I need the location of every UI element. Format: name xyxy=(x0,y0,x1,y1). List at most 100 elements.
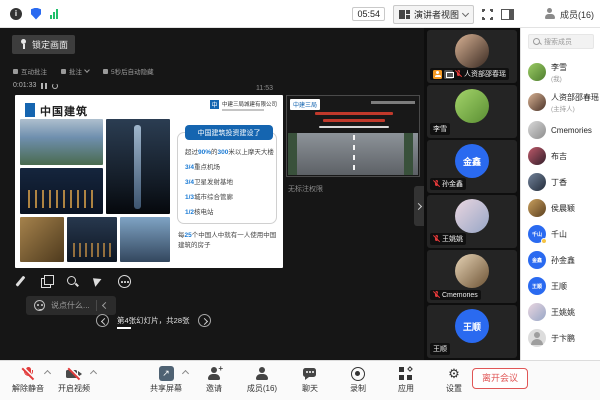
quick-chat-input[interactable]: 说点什么... xyxy=(26,296,116,315)
photo-night-skyline xyxy=(20,168,103,214)
slide-page-indicator: 第4张幻灯片，共28张 xyxy=(117,315,190,326)
video-tile[interactable]: 人资部邵春瑶 xyxy=(427,30,517,83)
slide-footer-segment: 25 xyxy=(185,232,192,239)
muted-mic-icon xyxy=(455,70,462,78)
laser-pointer-icon[interactable] xyxy=(92,275,105,288)
member-role: (我) xyxy=(551,73,567,83)
collapse-chat-icon[interactable] xyxy=(102,302,109,309)
members-count[interactable]: 成员(16) xyxy=(544,0,594,28)
participant-avatar xyxy=(528,173,546,191)
emoji-icon[interactable] xyxy=(34,300,45,311)
toolbar-button-mic-off[interactable]: 解除静音 xyxy=(10,365,46,394)
video-tile[interactable]: 金鑫孙金鑫 xyxy=(427,140,517,193)
duplicate-icon[interactable] xyxy=(40,275,53,288)
company-subtitle-line xyxy=(222,109,264,111)
chevron-up-icon[interactable] xyxy=(90,370,97,377)
member-row[interactable]: 李雪(我) xyxy=(528,57,594,87)
invite-icon: + xyxy=(206,366,222,382)
toolbar-button-member[interactable]: 成员(16) xyxy=(244,365,280,394)
meeting-info-icon[interactable]: i xyxy=(10,8,22,20)
member-row[interactable]: 金鑫孙金鑫 xyxy=(528,247,594,273)
member-row[interactable]: 丁香 xyxy=(528,169,594,195)
chat-placeholder: 说点什么... xyxy=(51,300,90,311)
video-tile[interactable]: Cmemories xyxy=(427,250,517,303)
video-tile[interactable]: 王顺王顺 xyxy=(427,305,517,358)
member-avatar: 千山 xyxy=(528,225,546,243)
member-row[interactable]: 千山千山 xyxy=(528,221,594,247)
member-row[interactable]: 侯晨颖 xyxy=(528,195,594,221)
fullscreen-button[interactable] xyxy=(482,9,493,20)
share-toolbar-item[interactable]: 互动批注 xyxy=(13,66,47,76)
member-row[interactable]: 布吉 xyxy=(528,143,594,169)
member-avatar: 王顺 xyxy=(528,277,546,295)
leave-meeting-button[interactable]: 离开会议 xyxy=(472,368,528,389)
annotation-toolbar xyxy=(14,275,131,288)
toolbar-button-invite[interactable]: +邀请 xyxy=(196,365,232,394)
plus-glyph: + xyxy=(218,366,223,372)
stat-bullet-text: 1/2 xyxy=(185,209,194,216)
toolbar-button-record[interactable]: 录制 xyxy=(340,365,376,394)
share-toolbar-item[interactable]: 批注 xyxy=(61,66,89,76)
participant-avatar xyxy=(528,199,546,217)
participant-avatar xyxy=(528,303,546,321)
member-row[interactable]: 王姚姚 xyxy=(528,299,594,325)
search-members-input[interactable]: 搜索成员 xyxy=(528,34,594,49)
member-row[interactable]: 人资部邵春瑶(主持人) xyxy=(528,87,594,117)
video-tile[interactable]: 王姚姚 xyxy=(427,195,517,248)
more-tools-icon[interactable] xyxy=(118,275,131,288)
member-row[interactable]: 王顺王顺 xyxy=(528,273,594,299)
member-avatar xyxy=(528,199,546,217)
mic-off-icon xyxy=(20,366,36,382)
stat-bullet-text: 90% xyxy=(198,149,211,156)
side-panel-toggle-button[interactable] xyxy=(501,9,514,20)
share-toolbar-item[interactable]: 5秒后自动隐藏 xyxy=(103,66,154,76)
photo-road xyxy=(288,133,418,175)
toolbar-button-chat[interactable]: 聊天 xyxy=(292,365,328,394)
video-tile-avatar-wrap xyxy=(455,34,489,68)
pause-icon[interactable] xyxy=(41,83,47,89)
member-name: 于卞鹏 xyxy=(551,333,575,344)
next-slide-button[interactable] xyxy=(198,314,211,327)
apps-square xyxy=(407,375,412,380)
share-toolbar-item-label: 互动批注 xyxy=(21,66,47,76)
slide-text-line xyxy=(323,119,385,122)
participant-avatar xyxy=(455,34,489,68)
chevron-up-icon[interactable] xyxy=(44,370,51,377)
secondary-share-window[interactable]: 中建三局 xyxy=(286,95,420,177)
pen-icon[interactable] xyxy=(14,275,27,288)
toolbar-button-apps[interactable]: 应用 xyxy=(388,365,424,394)
recording-timer: 0:01:33 xyxy=(13,82,58,89)
member-row[interactable]: Cmemories xyxy=(528,117,594,143)
toolbar-button-share[interactable]: ↗共享屏幕 xyxy=(148,365,184,394)
security-shield-icon[interactable] xyxy=(31,8,41,20)
slide-text-line xyxy=(319,126,389,128)
member-avatar xyxy=(528,147,546,165)
secondary-share-header-line xyxy=(371,101,415,104)
member-name-wrap: 侯晨颖 xyxy=(551,203,575,214)
previous-slide-button[interactable] xyxy=(96,314,109,327)
default-person-avatar xyxy=(528,329,546,347)
bottom-toolbar: 解除静音开启视频 ↗共享屏幕 +邀请成员(16) 聊天录制应用 ⚙设置 离开会议 xyxy=(0,360,600,400)
apps-square xyxy=(399,367,404,372)
layout-view-button[interactable]: 演讲者视图 xyxy=(393,5,474,24)
slide-page-navigation: 第4张幻灯片，共28张 xyxy=(96,314,211,327)
member-name: 王姚姚 xyxy=(551,307,575,318)
video-filmstrip: 人资部邵春瑶李雪金鑫孙金鑫王姚姚Cmemories王顺王顺 xyxy=(424,28,520,360)
refresh-icon[interactable] xyxy=(52,83,58,89)
toolbar-button-gear[interactable]: ⚙设置 xyxy=(436,365,472,394)
magnifier-icon[interactable] xyxy=(66,275,79,288)
member-row[interactable]: 于卞鹏 xyxy=(528,325,594,351)
top-bar: i 05:54 演讲者视图 成员(16) xyxy=(0,0,600,28)
avatar-initials: 金鑫 xyxy=(463,155,481,168)
filmstrip-expander[interactable] xyxy=(414,186,424,226)
toolbar-button-cam-off[interactable]: 开启视频 xyxy=(56,365,92,394)
video-tile-nametag: 孙金鑫 xyxy=(430,178,466,190)
chevron-up-icon[interactable] xyxy=(182,370,189,377)
video-tile[interactable]: 李雪 xyxy=(427,85,517,138)
stat-bullet-text: 300 xyxy=(218,149,229,156)
slide-footer-text: 每25个中国人中就有一人使用中国建筑的房子 xyxy=(178,231,280,251)
member-name: 布吉 xyxy=(551,151,567,162)
pin-view-chip[interactable]: 锁定画面 xyxy=(12,35,75,54)
stat-bullet: 3/4重点机场 xyxy=(185,160,277,175)
member-name-wrap: 于卞鹏 xyxy=(551,333,575,344)
